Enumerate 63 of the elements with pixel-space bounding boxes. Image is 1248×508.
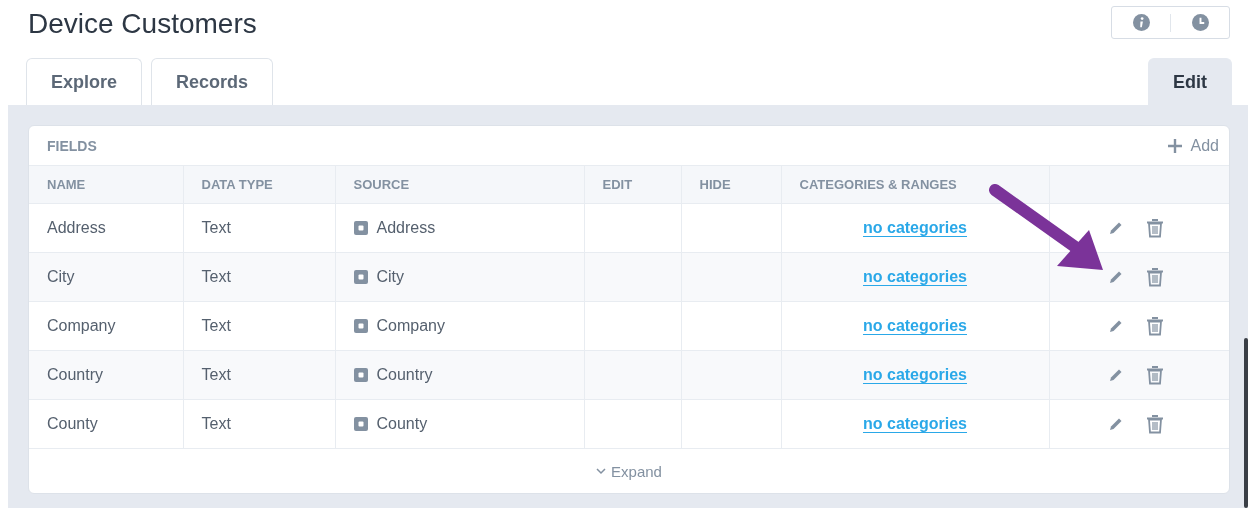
table-cell: County	[29, 399, 183, 449]
edit-button[interactable]	[1107, 220, 1124, 236]
categories-link[interactable]: no categories	[863, 317, 967, 334]
pencil-icon	[1107, 416, 1124, 432]
column-header: DATA TYPE	[183, 166, 335, 204]
pencil-icon	[1107, 318, 1124, 334]
source-name: County	[376, 415, 428, 433]
edit-button[interactable]	[1107, 367, 1124, 383]
delete-button[interactable]	[1145, 414, 1164, 434]
column-header: SOURCE	[335, 166, 584, 204]
field-icon	[353, 417, 368, 431]
trash-icon	[1145, 365, 1164, 385]
table-cell: Company	[29, 301, 183, 351]
page-title: Device Customers	[28, 8, 257, 40]
delete-button[interactable]	[1145, 267, 1164, 287]
delete-button[interactable]	[1145, 218, 1164, 238]
pencil-icon	[1107, 269, 1124, 285]
source-name: Country	[376, 366, 433, 384]
source-name: City	[376, 268, 405, 286]
tab[interactable]: Records	[151, 58, 274, 105]
column-header: EDIT	[584, 166, 681, 204]
trash-icon	[1145, 414, 1164, 434]
column-header: CATEGORIES & RANGES	[781, 166, 1049, 204]
section-heading: FIELDS	[47, 137, 97, 154]
categories-link[interactable]: no categories	[863, 219, 967, 236]
column-header: HIDE	[681, 166, 781, 204]
scrollbar[interactable]	[1244, 338, 1248, 508]
chevron-down-icon	[596, 467, 607, 475]
table-cell: Country	[29, 350, 183, 400]
trash-icon	[1145, 316, 1164, 336]
field-icon	[353, 319, 368, 333]
tab[interactable]: Edit	[1148, 58, 1232, 105]
pencil-icon	[1107, 220, 1124, 236]
table-cell: City	[29, 252, 183, 302]
field-icon	[353, 221, 368, 235]
delete-button[interactable]	[1145, 316, 1164, 336]
table-cell: Text	[183, 301, 335, 351]
trash-icon	[1145, 267, 1164, 287]
table-cell: Text	[183, 350, 335, 400]
plus-icon	[1166, 137, 1183, 154]
info-icon	[1132, 14, 1150, 31]
categories-link[interactable]: no categories	[863, 366, 967, 383]
categories-link[interactable]: no categories	[863, 268, 967, 285]
expand-button[interactable]: Expand	[590, 461, 668, 481]
source-name: Company	[376, 317, 445, 335]
trash-icon	[1145, 218, 1164, 238]
source-name: Address	[376, 219, 436, 237]
clock-icon	[1191, 14, 1209, 31]
add-button[interactable]: Add	[1166, 136, 1219, 155]
tab[interactable]: Explore	[26, 58, 143, 105]
column-header: NAME	[29, 166, 183, 204]
table-cell: Text	[183, 252, 335, 302]
pencil-icon	[1107, 367, 1124, 383]
table-cell: Text	[183, 399, 335, 449]
edit-button[interactable]	[1107, 416, 1124, 432]
categories-link[interactable]: no categories	[863, 415, 967, 432]
delete-button[interactable]	[1145, 365, 1164, 385]
field-icon	[353, 270, 368, 284]
edit-button[interactable]	[1107, 318, 1124, 334]
edit-button[interactable]	[1107, 269, 1124, 285]
table-cell: Text	[183, 203, 335, 253]
table-cell: Address	[29, 203, 183, 253]
field-icon	[353, 368, 368, 382]
